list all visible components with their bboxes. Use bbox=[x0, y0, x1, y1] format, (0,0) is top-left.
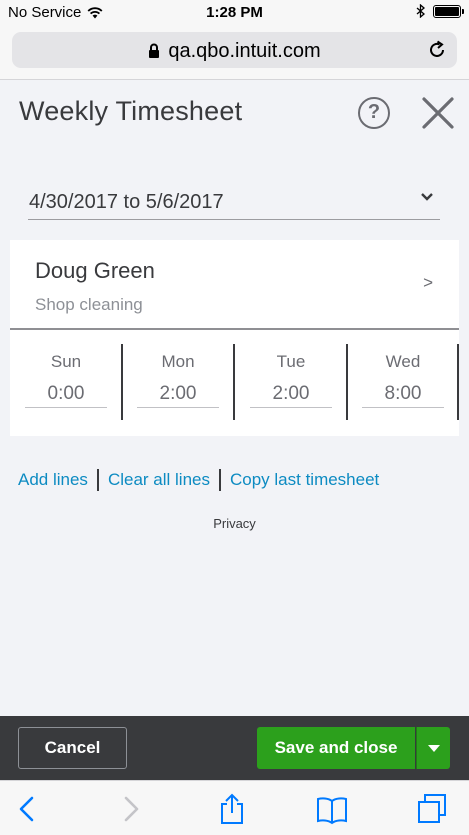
action-bar: Cancel Save and close bbox=[0, 716, 469, 780]
day-column-sun: Sun 0:00 bbox=[10, 332, 122, 436]
tabs-icon[interactable] bbox=[416, 793, 448, 825]
save-options-dropdown[interactable] bbox=[416, 727, 450, 769]
day-label: Mon bbox=[161, 352, 195, 371]
link-divider bbox=[218, 469, 221, 491]
save-and-close-button[interactable]: Save and close bbox=[257, 727, 415, 769]
battery-level bbox=[435, 6, 459, 16]
day-label: Wed bbox=[385, 352, 421, 371]
copy-last-timesheet-link[interactable]: Copy last timesheet bbox=[230, 470, 379, 490]
hours-input-wed[interactable]: 8:00 bbox=[362, 380, 444, 408]
day-divider bbox=[457, 344, 459, 420]
status-right bbox=[416, 4, 464, 18]
share-icon[interactable] bbox=[216, 793, 248, 825]
reload-icon[interactable] bbox=[427, 40, 447, 60]
add-lines-link[interactable]: Add lines bbox=[18, 470, 88, 490]
bookmarks-icon[interactable] bbox=[316, 793, 348, 825]
service-name: Shop cleaning bbox=[35, 295, 143, 314]
browser-address-bar: qa.qbo.intuit.com bbox=[0, 26, 469, 80]
page-title: Weekly Timesheet bbox=[19, 96, 243, 126]
url-text: qa.qbo.intuit.com bbox=[168, 40, 321, 62]
day-label: Tue bbox=[276, 352, 306, 371]
battery-icon bbox=[433, 4, 464, 18]
hours-input-sun[interactable]: 0:00 bbox=[25, 380, 107, 408]
hours-input-tue[interactable]: 2:00 bbox=[250, 380, 332, 408]
day-column-tue: Tue 2:00 bbox=[235, 332, 347, 436]
day-label: Sun bbox=[50, 352, 82, 371]
timesheet-card: Doug Green Shop cleaning > Sun 0:00 Mon … bbox=[10, 240, 459, 436]
chevron-down-icon bbox=[421, 193, 433, 201]
close-icon[interactable] bbox=[421, 96, 455, 130]
privacy-link[interactable]: Privacy bbox=[0, 516, 469, 531]
url-display: qa.qbo.intuit.com bbox=[12, 40, 457, 63]
clear-all-lines-link[interactable]: Clear all lines bbox=[108, 470, 210, 490]
link-divider bbox=[96, 469, 99, 491]
date-range-value: 4/30/2017 to 5/6/2017 bbox=[29, 191, 224, 213]
employee-row[interactable]: Doug Green Shop cleaning > bbox=[10, 240, 459, 330]
cancel-button[interactable]: Cancel bbox=[18, 727, 127, 769]
day-hours-row: Sun 0:00 Mon 2:00 Tue 2:00 Wed 8:00 bbox=[10, 332, 459, 436]
day-column-wed: Wed 8:00 bbox=[347, 332, 459, 436]
timesheet-actions: Add lines Clear all lines Copy last time… bbox=[18, 468, 379, 492]
url-field[interactable]: qa.qbo.intuit.com bbox=[12, 32, 457, 68]
date-range-select[interactable]: 4/30/2017 to 5/6/2017 bbox=[28, 180, 440, 220]
chevron-right-icon: > bbox=[423, 273, 433, 292]
day-column-mon: Mon 2:00 bbox=[122, 332, 234, 436]
employee-name: Doug Green bbox=[35, 258, 155, 283]
save-button-group: Save and close bbox=[257, 727, 450, 769]
status-time: 1:28 PM bbox=[206, 4, 263, 21]
bluetooth-icon bbox=[416, 4, 425, 18]
forward-icon[interactable] bbox=[114, 793, 146, 825]
hours-input-mon[interactable]: 2:00 bbox=[137, 380, 219, 408]
status-bar: No Service 1:28 PM bbox=[0, 0, 469, 26]
caret-down-icon bbox=[428, 745, 440, 752]
lock-icon bbox=[149, 43, 160, 58]
help-button[interactable]: ? bbox=[358, 97, 390, 129]
browser-toolbar bbox=[0, 780, 469, 835]
back-icon[interactable] bbox=[12, 793, 44, 825]
